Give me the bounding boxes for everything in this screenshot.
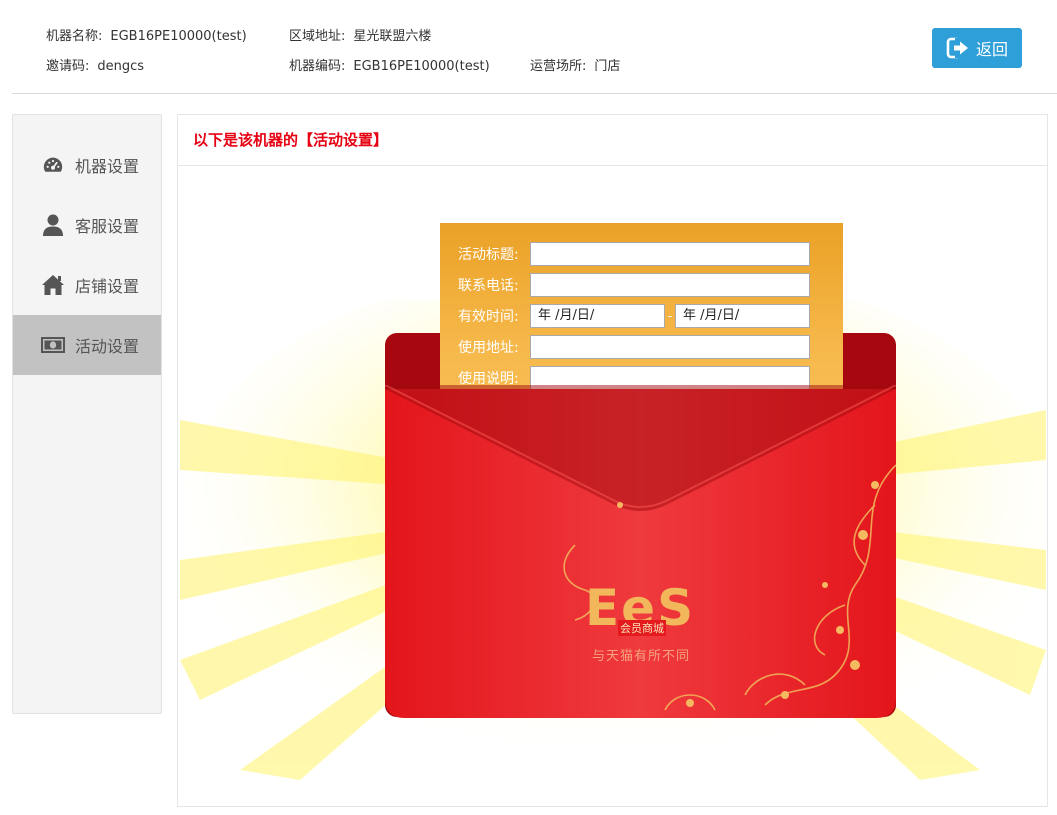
region-value: 星光联盟六楼 — [353, 29, 432, 44]
sign-out-icon — [946, 37, 968, 59]
money-icon — [41, 333, 65, 357]
sidebar-item-service-settings[interactable]: 客服设置 — [13, 195, 161, 255]
address-input[interactable] — [530, 335, 810, 359]
phone-row: 联系电话: — [458, 273, 810, 297]
date-separator: - — [667, 309, 673, 323]
sidebar-item-activity-settings[interactable]: 活动设置 — [13, 315, 161, 375]
dashboard-icon — [41, 153, 65, 177]
sidebar-item-label: 活动设置 — [75, 337, 140, 356]
title-label: 活动标题: — [458, 247, 519, 263]
valid-time-row: 有效时间: 年 /月/日/ - 年 /月/日/ — [458, 304, 810, 328]
title-row: 活动标题: — [458, 242, 810, 266]
invite-label: 邀请码: — [46, 59, 90, 74]
valid-time-label: 有效时间: — [458, 309, 519, 325]
save-button[interactable]: 保存 — [531, 396, 651, 426]
back-button[interactable]: 返回 — [932, 28, 1022, 68]
venue-value: 门店 — [594, 59, 621, 74]
region-info: 区域地址: 星光联盟六楼 — [289, 25, 431, 44]
region-label: 区域地址: — [289, 29, 346, 44]
venue-label: 运营场所: — [530, 59, 587, 74]
home-icon — [41, 273, 65, 297]
sidebar: 机器设置 客服设置 店铺设置 活动设置 — [12, 114, 162, 714]
machine-name-value: EGB16PE10000(test) — [110, 29, 247, 44]
machine-code-value: EGB16PE10000(test) — [353, 59, 490, 74]
description-row: 使用说明: — [458, 366, 810, 390]
machine-code-label: 机器编码: — [289, 59, 346, 74]
sidebar-item-label: 机器设置 — [75, 157, 140, 176]
title-input[interactable] — [530, 242, 810, 266]
back-button-label: 返回 — [975, 40, 1008, 59]
venue-info: 运营场所: 门店 — [530, 55, 620, 74]
invite-info: 邀请码: dengcs — [46, 55, 144, 74]
description-label: 使用说明: — [458, 371, 519, 387]
panel-title: 以下是该机器的【活动设置】 — [178, 115, 1047, 166]
header-divider — [12, 93, 1057, 94]
sidebar-item-label: 店铺设置 — [75, 277, 140, 296]
phone-label: 联系电话: — [458, 278, 519, 294]
address-row: 使用地址: — [458, 335, 810, 359]
sidebar-item-machine-settings[interactable]: 机器设置 — [13, 135, 161, 195]
sidebar-item-store-settings[interactable]: 店铺设置 — [13, 255, 161, 315]
machine-name-label: 机器名称: — [46, 29, 103, 44]
invite-value: dengcs — [97, 59, 145, 74]
machine-code-info: 机器编码: EGB16PE10000(test) — [289, 55, 490, 74]
user-icon — [41, 213, 65, 237]
apply-all-label: 运用到所有机器 — [676, 407, 768, 422]
phone-input[interactable] — [530, 273, 810, 297]
brand-slogan: 与天猫有所不同 — [592, 649, 691, 664]
machine-name-info: 机器名称: EGB16PE10000(test) — [46, 25, 247, 44]
end-date-input[interactable]: 年 /月/日/ — [675, 304, 810, 328]
sidebar-item-label: 客服设置 — [75, 217, 140, 236]
description-input[interactable] — [530, 366, 810, 390]
apply-all-checkbox[interactable] — [656, 404, 671, 419]
brand-logo-subtitle: 会员商城 — [618, 620, 666, 636]
start-date-input[interactable]: 年 /月/日/ — [530, 304, 665, 328]
address-label: 使用地址: — [458, 340, 519, 356]
